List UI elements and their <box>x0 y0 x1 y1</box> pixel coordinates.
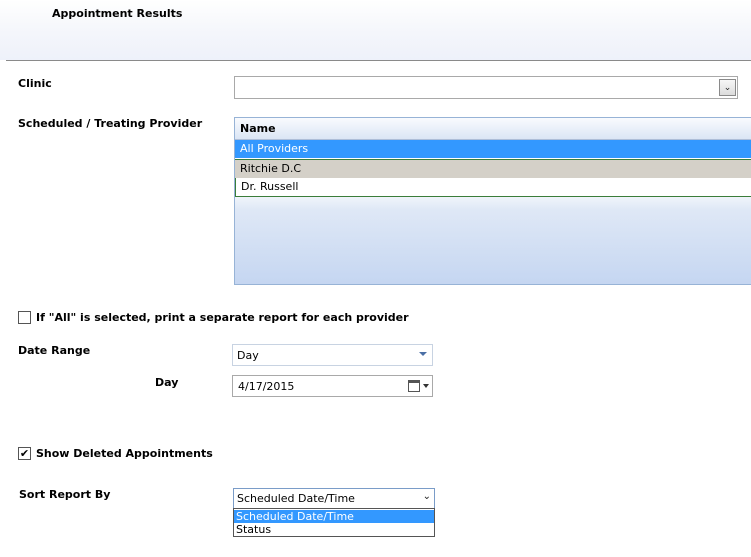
clinic-dropdown-button[interactable]: ⌄ <box>719 79 736 96</box>
separate-report-label: If "All" is selected, print a separate r… <box>36 311 409 324</box>
header-divider <box>6 60 751 61</box>
checkmark-icon: ✔ <box>19 447 30 460</box>
sort-option-label: Scheduled Date/Time <box>236 510 354 523</box>
date-range-value: Day <box>237 349 259 362</box>
calendar-icon[interactable] <box>408 380 420 392</box>
day-value: 4/17/2015 <box>238 380 295 393</box>
provider-row-label: All Providers <box>240 142 309 155</box>
chevron-down-icon[interactable] <box>423 384 429 388</box>
provider-row-russell[interactable]: Dr. Russell <box>235 178 751 197</box>
provider-row-all[interactable]: All Providers <box>235 140 751 158</box>
provider-row-label: Ritchie D.C <box>240 162 301 175</box>
grid-column-header-label: Name <box>240 122 276 135</box>
separate-report-checkbox[interactable] <box>18 311 31 324</box>
sort-option-scheduled[interactable]: Scheduled Date/Time <box>234 510 434 523</box>
page-title: Appointment Results <box>52 7 183 20</box>
show-deleted-label: Show Deleted Appointments <box>36 447 213 460</box>
day-label: Day <box>155 376 179 389</box>
provider-row-ritchie[interactable]: Ritchie D.C <box>235 159 751 179</box>
show-deleted-checkbox[interactable]: ✔ <box>18 447 31 460</box>
sort-select[interactable]: Scheduled Date/Time ⌄ <box>233 488 435 509</box>
date-range-label: Date Range <box>18 344 91 357</box>
date-range-select[interactable]: Day <box>232 344 433 366</box>
provider-row-label: Dr. Russell <box>241 180 299 193</box>
provider-grid[interactable]: Name All Providers Ritchie D.C Dr. Russe… <box>234 117 751 285</box>
sort-label: Sort Report By <box>19 488 111 501</box>
sort-value: Scheduled Date/Time <box>237 492 355 505</box>
provider-label: Scheduled / Treating Provider <box>18 117 203 130</box>
sort-option-label: Status <box>236 523 272 536</box>
sort-option-status[interactable]: Status <box>234 523 434 536</box>
sort-options-list[interactable]: Scheduled Date/Time Status <box>233 508 435 537</box>
chevron-down-icon: ⌄ <box>422 491 431 502</box>
clinic-combo[interactable]: ⌄ <box>234 76 738 99</box>
clinic-label: Clinic <box>18 77 52 90</box>
day-date-picker[interactable]: 4/17/2015 <box>232 375 433 397</box>
grid-column-header-name[interactable]: Name <box>235 118 751 140</box>
chevron-down-icon: ⌄ <box>723 82 732 93</box>
chevron-down-icon <box>419 352 427 356</box>
